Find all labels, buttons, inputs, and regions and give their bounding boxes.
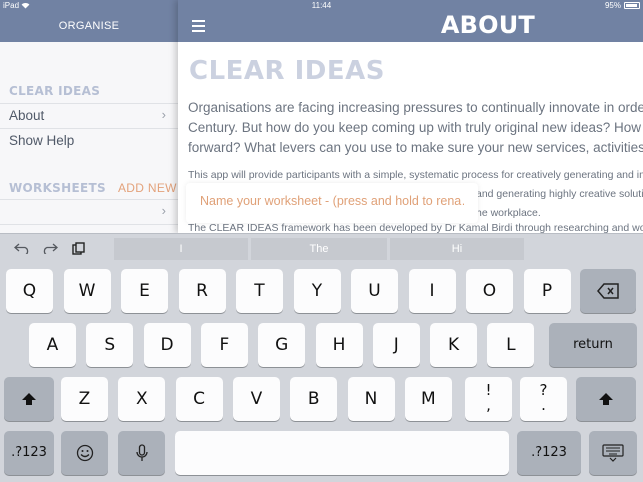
- key-top-char: ?: [539, 381, 548, 399]
- key-p[interactable]: P: [523, 269, 571, 313]
- shift-icon: [598, 391, 614, 410]
- key-t[interactable]: T: [236, 269, 283, 313]
- numbers-key-right[interactable]: .?123: [517, 431, 581, 475]
- sidebar-title: ORGANISE: [58, 20, 120, 32]
- shift-key-left[interactable]: [4, 377, 54, 421]
- mic-icon: [135, 444, 148, 466]
- page-title: ABOUT: [440, 11, 535, 39]
- worksheet-name-input[interactable]: Name your worksheet - (press and hold to…: [200, 194, 464, 212]
- input-placeholder: Name your worksheet - (press and hold to…: [200, 194, 464, 208]
- key-top-char: !: [485, 381, 492, 399]
- battery-fill: [626, 4, 638, 7]
- key-i[interactable]: I: [408, 269, 456, 313]
- key-m[interactable]: M: [404, 377, 452, 421]
- section-clear-ideas: CLEAR IDEAS: [9, 84, 101, 98]
- key-w[interactable]: W: [63, 269, 111, 313]
- key-e[interactable]: E: [121, 269, 168, 313]
- dismiss-keyboard-key[interactable]: [589, 431, 637, 475]
- key-r[interactable]: R: [178, 269, 226, 313]
- status-right: 95%: [605, 1, 640, 10]
- key-exclamation-comma[interactable]: ! ,: [465, 377, 512, 421]
- key-s[interactable]: S: [86, 323, 134, 367]
- text-line: forward? What levers can you use to make…: [188, 140, 643, 155]
- paste-icon[interactable]: [72, 242, 85, 258]
- key-v[interactable]: V: [232, 377, 280, 421]
- text-line: Century. But how do you keep coming up w…: [188, 120, 643, 135]
- sidebar-item-show-help[interactable]: Show Help: [0, 128, 178, 152]
- key-x[interactable]: X: [118, 377, 166, 421]
- key-j[interactable]: J: [372, 323, 420, 367]
- emoji-icon: [76, 444, 94, 466]
- key-n[interactable]: N: [347, 377, 395, 421]
- shift-key-right[interactable]: [576, 377, 636, 421]
- status-time: 11:44: [311, 1, 332, 10]
- emoji-key[interactable]: [61, 431, 108, 475]
- sidebar-item-about[interactable]: About ›: [0, 103, 178, 127]
- key-bottom-char: ,: [486, 396, 491, 414]
- key-u[interactable]: U: [351, 269, 398, 313]
- framework-paragraph: The CLEAR IDEAS framework has been devel…: [188, 222, 643, 233]
- backspace-icon: [597, 283, 619, 303]
- intro-paragraph: Organisations are facing increasing pres…: [188, 98, 643, 158]
- key-l[interactable]: L: [487, 323, 535, 367]
- suggestion-1[interactable]: I: [114, 238, 248, 260]
- suggestion-3[interactable]: Hi: [390, 238, 524, 260]
- return-key[interactable]: return: [549, 323, 637, 367]
- text-line: Organisations are facing increasing pres…: [188, 100, 643, 115]
- menu-icon[interactable]: [192, 20, 205, 32]
- key-q[interactable]: Q: [6, 269, 53, 313]
- key-a[interactable]: A: [29, 323, 76, 367]
- key-h[interactable]: H: [315, 323, 363, 367]
- section-worksheets: WORKSHEETS: [9, 181, 106, 195]
- backspace-key[interactable]: [580, 269, 636, 313]
- sidebar-item-label: About: [9, 108, 45, 123]
- keyboard-dismiss-icon: [602, 444, 624, 466]
- key-c[interactable]: C: [175, 377, 223, 421]
- undo-icon[interactable]: [14, 242, 30, 257]
- numbers-key-left[interactable]: .?123: [4, 431, 54, 475]
- key-bottom-char: .: [541, 396, 546, 414]
- battery-icon: [624, 2, 640, 9]
- suggestion-2[interactable]: The: [251, 238, 387, 260]
- sidebar: ORGANISE CLEAR IDEAS About › Show Help W…: [0, 0, 178, 233]
- key-g[interactable]: G: [258, 323, 306, 367]
- battery-percent: 95%: [604, 1, 621, 10]
- chevron-right-icon: ›: [161, 107, 166, 122]
- key-z[interactable]: Z: [61, 377, 108, 421]
- headline: CLEAR IDEAS: [189, 56, 385, 86]
- sidebar-item-label: Show Help: [9, 133, 75, 148]
- key-question-period[interactable]: ? .: [520, 377, 567, 421]
- space-bar[interactable]: [175, 431, 509, 475]
- add-new-button[interactable]: ADD NEW: [118, 181, 177, 195]
- status-bar: iPad 11:44 95%: [0, 0, 643, 12]
- name-worksheet-popup: Name your worksheet - (press and hold to…: [186, 183, 478, 223]
- key-k[interactable]: K: [430, 323, 478, 367]
- key-o[interactable]: O: [466, 269, 513, 313]
- key-y[interactable]: Y: [293, 269, 341, 313]
- chevron-right-icon: ›: [161, 203, 166, 218]
- redo-icon[interactable]: [42, 242, 58, 257]
- microphone-key[interactable]: [118, 431, 165, 475]
- key-b[interactable]: B: [290, 377, 338, 421]
- key-d[interactable]: D: [143, 323, 191, 367]
- worksheet-row[interactable]: ›: [0, 199, 178, 225]
- shift-icon: [21, 391, 37, 410]
- keyboard: I The Hi QWERTYUIOP ASDFGHJKL return ZXC…: [0, 233, 643, 482]
- key-f[interactable]: F: [200, 323, 248, 367]
